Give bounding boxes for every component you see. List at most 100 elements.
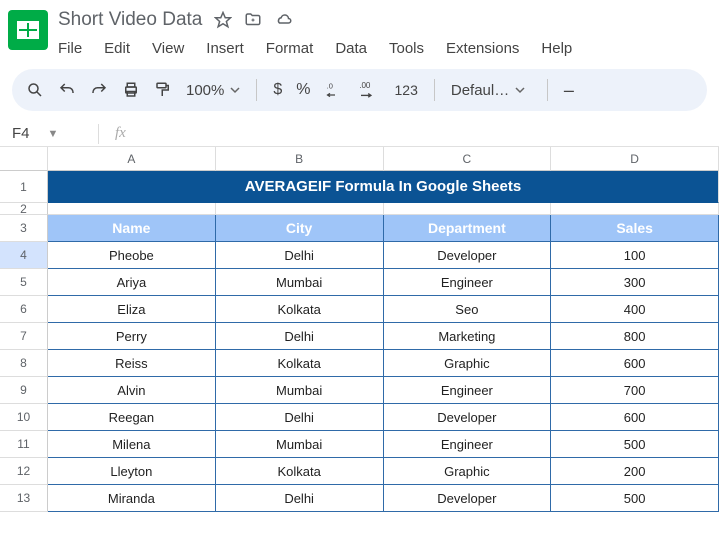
increase-decimal-icon[interactable]: .00 — [359, 81, 381, 99]
zoom-dropdown[interactable]: 100% — [186, 82, 240, 99]
menu-data[interactable]: Data — [325, 38, 377, 59]
data-cell[interactable]: 700 — [551, 377, 719, 404]
data-cell[interactable]: 600 — [551, 404, 719, 431]
cell[interactable] — [48, 203, 216, 215]
row-header[interactable]: 5 — [0, 269, 48, 296]
move-icon[interactable] — [244, 11, 262, 29]
menu-help[interactable]: Help — [531, 38, 582, 59]
decrease-decimal-icon[interactable]: .0 — [325, 81, 345, 99]
data-cell[interactable]: Milena — [48, 431, 216, 458]
row-header[interactable]: 3 — [0, 215, 48, 242]
row-header[interactable]: 2 — [0, 203, 48, 215]
cloud-icon[interactable] — [274, 11, 294, 29]
data-cell[interactable]: Mumbai — [216, 431, 384, 458]
row-header[interactable]: 11 — [0, 431, 48, 458]
menu-insert[interactable]: Insert — [196, 38, 254, 59]
banner-cell[interactable]: AVERAGEIF Formula In Google Sheets — [48, 171, 719, 203]
data-cell[interactable]: Graphic — [384, 458, 552, 485]
font-dropdown[interactable]: Defaul… — [451, 82, 531, 99]
data-cell[interactable]: Eliza — [48, 296, 216, 323]
data-cell[interactable]: Perry — [48, 323, 216, 350]
row-header[interactable]: 6 — [0, 296, 48, 323]
data-cell[interactable]: 800 — [551, 323, 719, 350]
cell[interactable] — [384, 203, 552, 215]
star-icon[interactable] — [214, 11, 232, 29]
data-cell[interactable]: Kolkata — [216, 350, 384, 377]
data-cell[interactable]: Delhi — [216, 404, 384, 431]
data-cell[interactable]: Delhi — [216, 485, 384, 512]
column-header-c[interactable]: C — [384, 147, 552, 171]
cell[interactable] — [216, 203, 384, 215]
document-title[interactable]: Short Video Data — [58, 9, 202, 31]
data-cell[interactable]: Miranda — [48, 485, 216, 512]
column-header-d[interactable]: D — [551, 147, 719, 171]
data-cell[interactable]: Developer — [384, 485, 552, 512]
percent-button[interactable]: % — [296, 81, 310, 99]
data-cell[interactable]: Developer — [384, 404, 552, 431]
redo-icon[interactable] — [90, 81, 108, 99]
menu-tools[interactable]: Tools — [379, 38, 434, 59]
menu-edit[interactable]: Edit — [94, 38, 140, 59]
header-cell[interactable]: Department — [384, 215, 552, 242]
formula-input[interactable] — [142, 126, 719, 142]
data-cell[interactable]: Delhi — [216, 323, 384, 350]
data-cell[interactable]: 100 — [551, 242, 719, 269]
data-cell[interactable]: Reegan — [48, 404, 216, 431]
select-all-corner[interactable] — [0, 147, 48, 171]
number-format-button[interactable]: 123 — [395, 82, 418, 98]
search-icon[interactable] — [26, 81, 44, 99]
cell[interactable] — [551, 203, 719, 215]
data-cell[interactable]: Delhi — [216, 242, 384, 269]
data-cell[interactable]: Developer — [384, 242, 552, 269]
column-header-a[interactable]: A — [48, 147, 216, 171]
data-cell[interactable]: Seo — [384, 296, 552, 323]
row-header[interactable]: 1 — [0, 171, 48, 203]
data-cell[interactable]: 400 — [551, 296, 719, 323]
menu-file[interactable]: File — [58, 38, 92, 59]
menu-view[interactable]: View — [142, 38, 194, 59]
row-header[interactable]: 4 — [0, 242, 48, 269]
row-header[interactable]: 12 — [0, 458, 48, 485]
data-cell[interactable]: 200 — [551, 458, 719, 485]
data-cell[interactable]: Mumbai — [216, 377, 384, 404]
row-header[interactable]: 9 — [0, 377, 48, 404]
data-cell[interactable]: 300 — [551, 269, 719, 296]
data-cell[interactable]: Engineer — [384, 377, 552, 404]
data-cell[interactable]: Graphic — [384, 350, 552, 377]
undo-icon[interactable] — [58, 81, 76, 99]
data-cell[interactable]: Marketing — [384, 323, 552, 350]
menu-extensions[interactable]: Extensions — [436, 38, 529, 59]
data-cell[interactable]: Kolkata — [216, 296, 384, 323]
svg-text:.0: .0 — [326, 81, 332, 90]
data-cell[interactable]: Mumbai — [216, 269, 384, 296]
data-cell[interactable]: Lleyton — [48, 458, 216, 485]
row-header[interactable]: 7 — [0, 323, 48, 350]
name-box[interactable]: F4 ▼ — [12, 125, 82, 142]
data-cell[interactable]: 600 — [551, 350, 719, 377]
currency-button[interactable]: $ — [273, 81, 282, 99]
column-header-b[interactable]: B — [216, 147, 384, 171]
data-cell[interactable]: Engineer — [384, 269, 552, 296]
sheets-logo[interactable] — [8, 10, 48, 50]
data-cell[interactable]: Alvin — [48, 377, 216, 404]
row-header[interactable]: 8 — [0, 350, 48, 377]
header-cell[interactable]: City — [216, 215, 384, 242]
row-header[interactable]: 13 — [0, 485, 48, 512]
separator — [434, 79, 435, 101]
data-cell[interactable]: Ariya — [48, 269, 216, 296]
paint-format-icon[interactable] — [154, 81, 172, 99]
data-cell[interactable]: Engineer — [384, 431, 552, 458]
data-cell[interactable]: 500 — [551, 431, 719, 458]
print-icon[interactable] — [122, 81, 140, 99]
data-cell[interactable]: Kolkata — [216, 458, 384, 485]
data-cell[interactable]: 500 — [551, 485, 719, 512]
toolbar: 100% $ % .0 .00 123 Defaul… – — [12, 69, 707, 111]
header-cell[interactable]: Sales — [551, 215, 719, 242]
row-header[interactable]: 10 — [0, 404, 48, 431]
menu-format[interactable]: Format — [256, 38, 324, 59]
data-cell[interactable]: Reiss — [48, 350, 216, 377]
decrease-font-button[interactable]: – — [564, 80, 574, 101]
data-cell[interactable]: Pheobe — [48, 242, 216, 269]
font-name: Defaul… — [451, 82, 509, 99]
header-cell[interactable]: Name — [48, 215, 216, 242]
